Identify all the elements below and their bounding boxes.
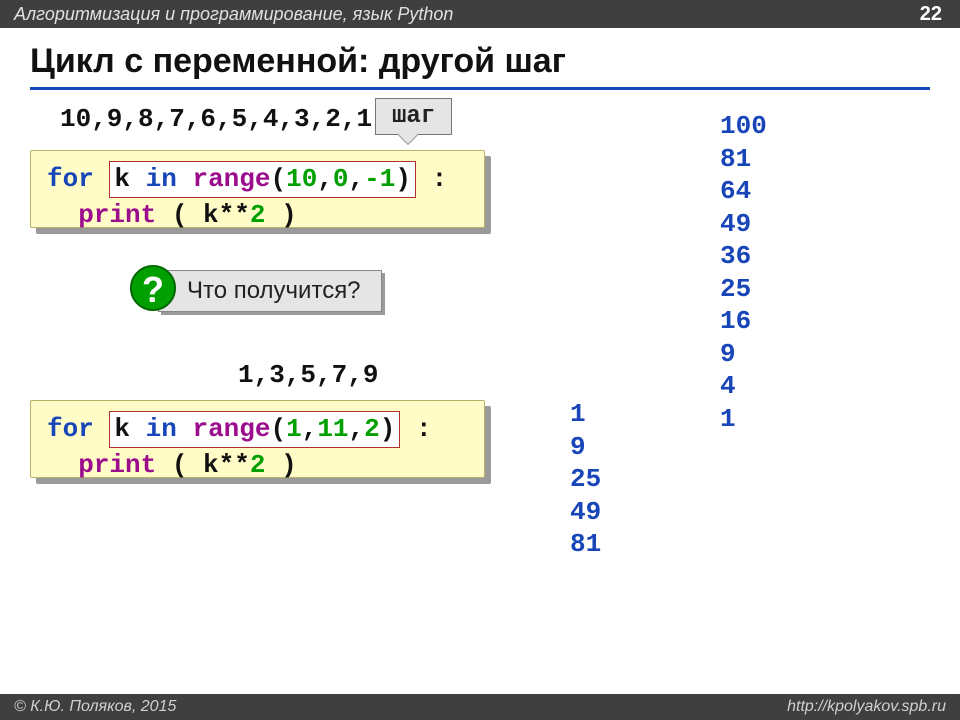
range-insert-2: k in range(1,11,2) — [109, 411, 400, 448]
code-block-1: for k in range(10,0,-1) : print ( k**2 ) — [30, 150, 485, 228]
output-column-2: 1 9 25 49 81 — [570, 398, 601, 561]
footer-bar: © К.Ю. Поляков, 2015 http://kpolyakov.sp… — [0, 694, 960, 720]
code-block-2: for k in range(1,11,2) : print ( k**2 ) — [30, 400, 485, 478]
question-text: Что получится? — [159, 271, 381, 311]
code-line-1: for k in range(1,11,2) : — [47, 411, 468, 448]
output-line: 36 — [720, 240, 767, 273]
output-line: 1 — [570, 398, 601, 431]
output-line: 9 — [570, 431, 601, 464]
output-line: 16 — [720, 305, 767, 338]
footer-link: http://kpolyakov.spb.ru — [787, 694, 946, 720]
code-line-1: for k in range(10,0,-1) : — [47, 161, 468, 198]
code-box: for k in range(10,0,-1) : print ( k**2 ) — [30, 150, 485, 228]
course-title: Алгоритмизация и программирование, язык … — [14, 4, 453, 24]
keyword-for: for — [47, 164, 94, 194]
header-bar: Алгоритмизация и программирование, язык … — [0, 0, 960, 28]
step-callout: шаг — [375, 98, 452, 135]
output-line: 64 — [720, 175, 767, 208]
output-line: 49 — [720, 208, 767, 241]
keyword-for: for — [47, 414, 94, 444]
output-column-1: 100 81 64 49 36 25 16 9 4 1 — [720, 110, 767, 435]
output-line: 81 — [720, 143, 767, 176]
output-line: 9 — [720, 338, 767, 371]
output-line: 49 — [570, 496, 601, 529]
code-box: for k in range(1,11,2) : print ( k**2 ) — [30, 400, 485, 478]
output-line: 25 — [720, 273, 767, 306]
title-underline — [30, 87, 930, 90]
output-line: 4 — [720, 370, 767, 403]
sequence-1: 10,9,8,7,6,5,4,3,2,1 — [60, 104, 372, 134]
footer-copyright: © К.Ю. Поляков, 2015 — [14, 698, 176, 715]
output-line: 1 — [720, 403, 767, 436]
code-line-2: print ( k**2 ) — [47, 448, 468, 483]
output-line: 100 — [720, 110, 767, 143]
sequence-2: 1,3,5,7,9 — [238, 360, 378, 390]
slide-title: Цикл с переменной: другой шаг — [0, 28, 960, 87]
question-mark-icon: ? — [130, 265, 176, 311]
page-number: 22 — [920, 0, 942, 28]
output-line: 81 — [570, 528, 601, 561]
question-box: Что получится? — [158, 270, 382, 312]
range-insert-1: k in range(10,0,-1) — [109, 161, 416, 198]
output-line: 25 — [570, 463, 601, 496]
code-line-2: print ( k**2 ) — [47, 198, 468, 233]
